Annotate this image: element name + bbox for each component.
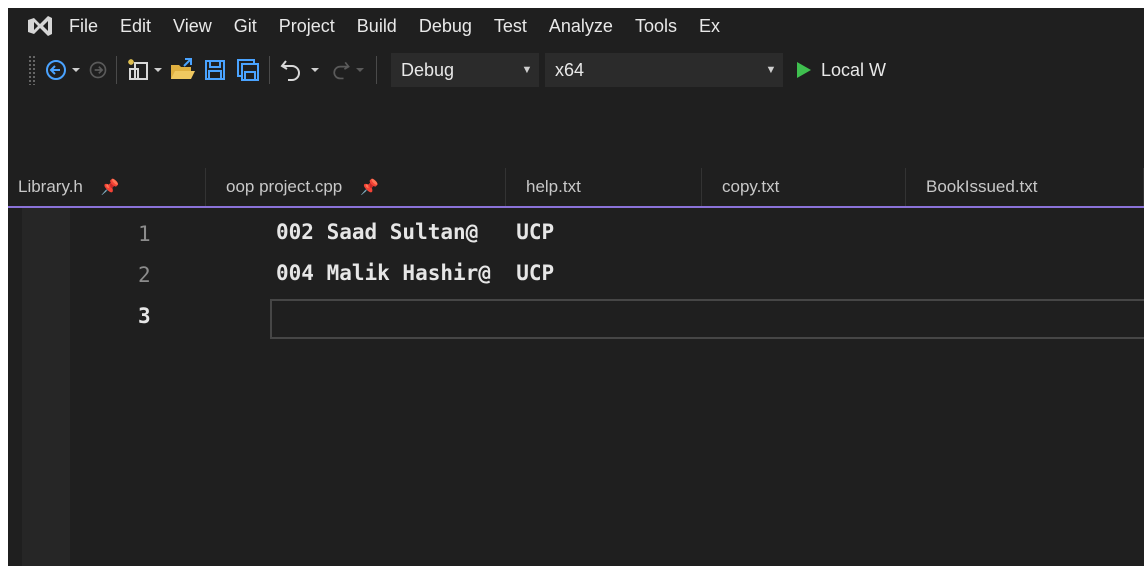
undo-dropdown[interactable] bbox=[304, 54, 326, 86]
toolbar-separator bbox=[116, 56, 117, 84]
run-target-label: Local W bbox=[821, 59, 887, 80]
new-project-button[interactable] bbox=[125, 54, 151, 86]
toolbar-grip-handle[interactable] bbox=[28, 55, 36, 85]
toolbar-separator bbox=[269, 56, 270, 84]
save-all-icon bbox=[237, 59, 259, 81]
text-editor[interactable]: 1 2 3 002 Saad Sultan@ UCP 004 Malik Has… bbox=[8, 208, 1144, 566]
menu-bar: File Edit View Git Project Build Debug T… bbox=[8, 8, 1144, 44]
open-file-button[interactable] bbox=[169, 54, 197, 86]
dropdown-arrow-icon bbox=[311, 68, 319, 72]
back-arrow-icon bbox=[46, 60, 66, 80]
menu-tools[interactable]: Tools bbox=[624, 8, 688, 44]
dropdown-arrow-icon bbox=[154, 68, 162, 72]
undo-icon bbox=[280, 60, 300, 81]
line-number: 2 bbox=[138, 263, 151, 287]
tab-label: help.txt bbox=[526, 177, 581, 196]
solution-platform-select[interactable]: x64 ▼ bbox=[545, 53, 783, 87]
open-folder-icon bbox=[171, 58, 195, 79]
tab-label: copy.txt bbox=[722, 177, 780, 196]
tab-copy-txt[interactable]: copy.txt bbox=[702, 168, 906, 206]
start-debugging-button[interactable]: Local W bbox=[795, 54, 886, 86]
navigate-forward-button[interactable] bbox=[88, 54, 108, 86]
code-line[interactable]: 002 Saad Sultan@ UCP bbox=[276, 220, 554, 244]
navigate-back-button[interactable] bbox=[44, 54, 68, 86]
new-project-dropdown[interactable] bbox=[151, 54, 165, 86]
menu-project[interactable]: Project bbox=[268, 8, 346, 44]
undo-button[interactable] bbox=[278, 54, 304, 86]
save-disk-icon bbox=[205, 60, 225, 80]
pin-icon[interactable]: 📌 bbox=[101, 178, 120, 196]
document-tab-well: Library.h 📌 oop project.cpp 📌 help.txt c… bbox=[8, 168, 1144, 208]
tab-bookissued-txt[interactable]: BookIssued.txt bbox=[906, 168, 1144, 206]
solution-platform-value: x64 bbox=[555, 59, 585, 80]
dropdown-arrow-icon bbox=[356, 68, 364, 72]
save-all-button[interactable] bbox=[235, 54, 261, 86]
tab-label: Library.h bbox=[18, 177, 83, 196]
menu-file[interactable]: File bbox=[58, 8, 109, 44]
redo-dropdown[interactable] bbox=[352, 54, 368, 86]
dropdown-arrow-icon bbox=[72, 68, 80, 72]
line-number-current: 3 bbox=[138, 304, 151, 328]
play-icon bbox=[797, 62, 811, 78]
menu-extensions[interactable]: Ex bbox=[688, 8, 731, 44]
line-number: 1 bbox=[138, 222, 151, 246]
indicator-margin[interactable] bbox=[22, 208, 70, 566]
visual-studio-logo-icon bbox=[28, 16, 52, 36]
save-button[interactable] bbox=[203, 54, 227, 86]
menu-debug[interactable]: Debug bbox=[408, 8, 483, 44]
standard-toolbar: Debug ▼ x64 ▼ Local W bbox=[8, 48, 1144, 92]
tab-label: BookIssued.txt bbox=[926, 177, 1038, 196]
redo-icon bbox=[333, 61, 350, 80]
menu-analyze[interactable]: Analyze bbox=[538, 8, 624, 44]
solution-configuration-select[interactable]: Debug ▼ bbox=[391, 53, 539, 87]
solution-configuration-value: Debug bbox=[401, 59, 455, 80]
menu-view[interactable]: View bbox=[162, 8, 223, 44]
tab-library-h[interactable]: Library.h 📌 bbox=[8, 168, 206, 206]
visual-studio-window: File Edit View Git Project Build Debug T… bbox=[8, 8, 1144, 566]
tab-help-txt[interactable]: help.txt bbox=[506, 168, 702, 206]
tab-label: oop project.cpp bbox=[226, 177, 343, 196]
current-line-highlight[interactable] bbox=[270, 299, 1144, 339]
new-project-icon bbox=[128, 59, 148, 80]
menu-edit[interactable]: Edit bbox=[109, 8, 162, 44]
code-line[interactable]: 004 Malik Hashir@ UCP bbox=[276, 261, 554, 285]
menu-git[interactable]: Git bbox=[223, 8, 268, 44]
menu-test[interactable]: Test bbox=[483, 8, 538, 44]
menu-build[interactable]: Build bbox=[346, 8, 408, 44]
navigate-back-dropdown[interactable] bbox=[68, 54, 84, 86]
chevron-down-icon: ▼ bbox=[521, 64, 533, 76]
tab-oop-project-cpp[interactable]: oop project.cpp 📌 bbox=[206, 168, 506, 206]
forward-arrow-icon bbox=[89, 61, 107, 79]
chevron-down-icon: ▼ bbox=[765, 64, 777, 76]
redo-button[interactable] bbox=[330, 54, 352, 86]
toolbar-separator bbox=[376, 56, 377, 84]
pin-icon[interactable]: 📌 bbox=[360, 178, 379, 196]
